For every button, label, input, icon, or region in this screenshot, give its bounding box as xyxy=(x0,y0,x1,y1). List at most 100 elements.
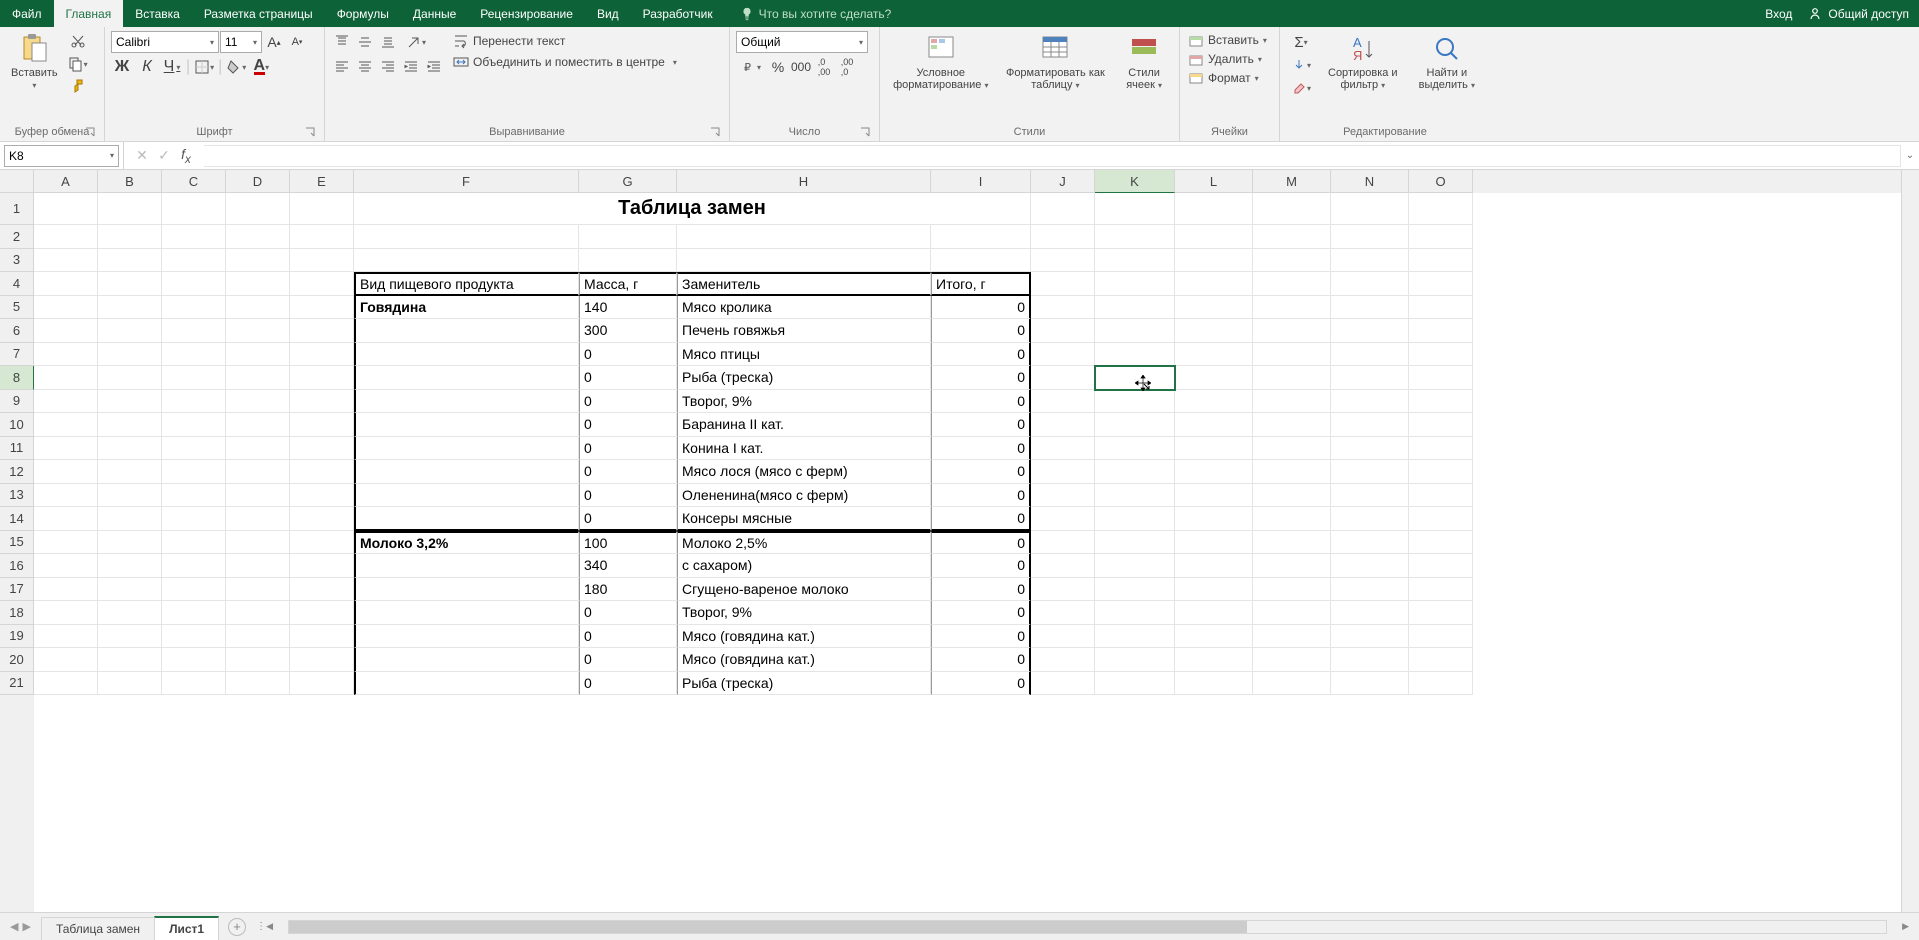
formula-input[interactable] xyxy=(204,145,1901,167)
dialog-launcher-icon[interactable] xyxy=(859,126,871,138)
cell[interactable] xyxy=(1175,437,1253,461)
row-header[interactable]: 20 xyxy=(0,648,34,672)
cell[interactable] xyxy=(1253,249,1331,273)
cell[interactable] xyxy=(34,484,98,508)
cell[interactable] xyxy=(1331,625,1409,649)
find-select-button[interactable]: Найти и выделить ▾ xyxy=(1410,31,1484,94)
cell[interactable] xyxy=(34,249,98,273)
cell[interactable] xyxy=(162,531,226,555)
cell[interactable] xyxy=(1175,648,1253,672)
row-header[interactable]: 21 xyxy=(0,672,34,696)
cell[interactable] xyxy=(290,390,354,414)
cell[interactable] xyxy=(226,319,290,343)
cell[interactable] xyxy=(290,413,354,437)
cell[interactable] xyxy=(1175,484,1253,508)
sort-filter-button[interactable]: АЯ Сортировка и фильтр ▾ xyxy=(1320,31,1406,94)
cell[interactable] xyxy=(98,366,162,390)
cell[interactable] xyxy=(1331,390,1409,414)
cell[interactable] xyxy=(1253,531,1331,555)
borders-button[interactable]: ▾ xyxy=(193,56,215,78)
cell[interactable] xyxy=(1031,460,1095,484)
dialog-launcher-icon[interactable] xyxy=(709,126,721,138)
cell[interactable] xyxy=(1253,272,1331,296)
insert-function-button[interactable]: fx xyxy=(176,146,196,166)
cell[interactable] xyxy=(226,249,290,273)
cell[interactable] xyxy=(34,672,98,696)
sheet-tab[interactable]: Таблица замен xyxy=(41,917,155,940)
column-header[interactable]: E xyxy=(290,170,354,193)
cell[interactable]: Мясо (говядина кат.) xyxy=(677,625,931,649)
cell[interactable] xyxy=(1409,390,1473,414)
font-size-combo[interactable]: 11▾ xyxy=(220,31,262,53)
cell[interactable] xyxy=(290,249,354,273)
cell[interactable] xyxy=(1253,484,1331,508)
cell[interactable] xyxy=(1409,460,1473,484)
cell[interactable] xyxy=(1409,413,1473,437)
cell[interactable] xyxy=(1331,484,1409,508)
vertical-scrollbar[interactable] xyxy=(1901,170,1919,912)
cell[interactable] xyxy=(1331,193,1409,225)
cell[interactable]: Молоко 2,5% xyxy=(677,531,931,555)
cell[interactable] xyxy=(1095,625,1175,649)
cell[interactable]: 180 xyxy=(579,578,677,602)
ribbon-tab-данные[interactable]: Данные xyxy=(401,0,468,27)
cell[interactable] xyxy=(226,531,290,555)
font-name-combo[interactable]: Calibri▾ xyxy=(111,31,219,53)
cell[interactable] xyxy=(98,249,162,273)
cell[interactable] xyxy=(1409,672,1473,696)
cell[interactable] xyxy=(1253,625,1331,649)
cell[interactable] xyxy=(1095,319,1175,343)
ribbon-tab-формулы[interactable]: Формулы xyxy=(325,0,401,27)
column-header[interactable]: G xyxy=(579,170,677,193)
cell[interactable] xyxy=(1331,672,1409,696)
cell[interactable] xyxy=(1253,366,1331,390)
cell[interactable]: 0 xyxy=(579,601,677,625)
cell[interactable] xyxy=(1253,193,1331,225)
cell[interactable] xyxy=(98,193,162,225)
cell[interactable] xyxy=(290,296,354,320)
cell[interactable] xyxy=(1095,343,1175,367)
row-header[interactable]: 11 xyxy=(0,437,34,461)
cell[interactable] xyxy=(1409,531,1473,555)
cell[interactable] xyxy=(1409,507,1473,531)
cell[interactable]: 0 xyxy=(931,343,1031,367)
cell[interactable] xyxy=(162,366,226,390)
cell[interactable] xyxy=(1095,437,1175,461)
cell[interactable] xyxy=(290,554,354,578)
cell[interactable] xyxy=(1331,460,1409,484)
comma-button[interactable]: 000 xyxy=(790,56,812,78)
cell[interactable] xyxy=(1253,319,1331,343)
delete-cells-button[interactable]: Удалить▾ xyxy=(1186,50,1264,68)
autosum-button[interactable]: Σ▾ xyxy=(1286,31,1316,53)
align-bottom-button[interactable] xyxy=(377,31,399,53)
cell[interactable]: 0 xyxy=(931,531,1031,555)
name-box[interactable]: K8▾ xyxy=(4,145,119,167)
cell[interactable]: 140 xyxy=(579,296,677,320)
cell[interactable] xyxy=(1031,319,1095,343)
cell[interactable]: 0 xyxy=(931,366,1031,390)
cell[interactable]: 100 xyxy=(579,531,677,555)
cell[interactable]: Конина I кат. xyxy=(677,437,931,461)
row-header[interactable]: 13 xyxy=(0,484,34,508)
decrease-indent-button[interactable] xyxy=(400,56,422,78)
cell[interactable] xyxy=(1031,272,1095,296)
bold-button[interactable]: Ж xyxy=(111,56,133,78)
cell[interactable] xyxy=(226,578,290,602)
cell[interactable]: Баранина II кат. xyxy=(677,413,931,437)
cell[interactable] xyxy=(1175,343,1253,367)
cell[interactable]: 0 xyxy=(579,366,677,390)
cell[interactable] xyxy=(1031,531,1095,555)
column-header[interactable]: H xyxy=(677,170,931,193)
dialog-launcher-icon[interactable] xyxy=(304,126,316,138)
cell[interactable] xyxy=(162,648,226,672)
cell[interactable]: Вид пищевого продукта xyxy=(354,272,579,296)
column-header[interactable]: O xyxy=(1409,170,1473,193)
cell[interactable] xyxy=(1253,578,1331,602)
cell[interactable] xyxy=(1031,413,1095,437)
cell[interactable] xyxy=(162,413,226,437)
cell[interactable] xyxy=(98,625,162,649)
cell[interactable] xyxy=(98,225,162,249)
cell[interactable] xyxy=(226,437,290,461)
align-left-button[interactable] xyxy=(331,56,353,78)
decrease-font-button[interactable]: A▾ xyxy=(286,31,308,53)
